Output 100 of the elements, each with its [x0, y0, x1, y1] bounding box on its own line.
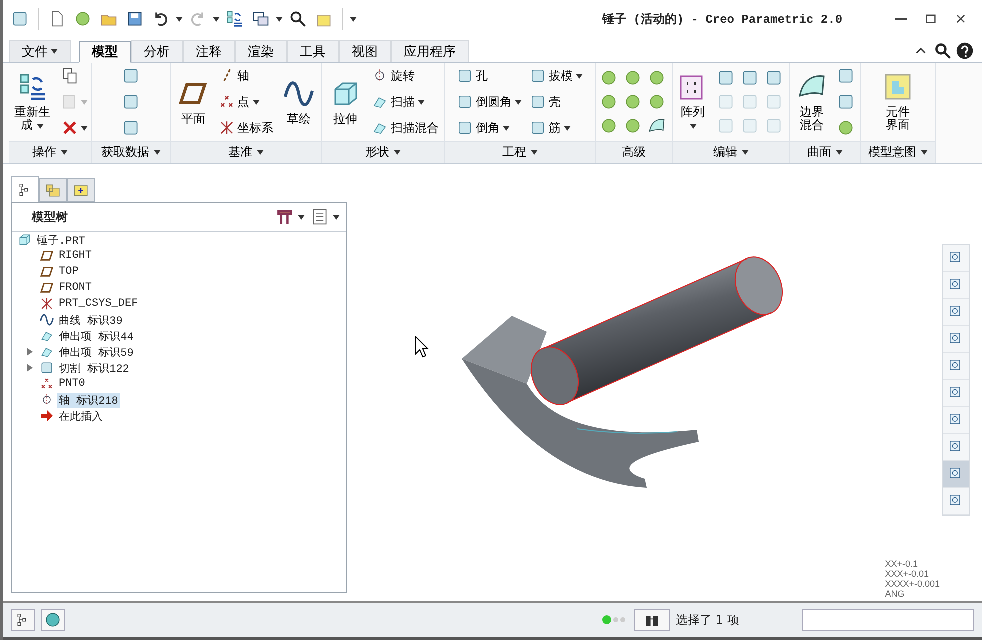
sphere-icon — [600, 69, 618, 87]
tree-item[interactable]: FRONT — [57, 282, 94, 294]
caret-icon — [213, 16, 220, 22]
caret-icon — [154, 150, 160, 155]
tree-item[interactable]: 曲线 标识39 — [57, 312, 125, 328]
ribbon-button[interactable]: 扫描 — [371, 91, 426, 113]
caret-icon — [80, 100, 88, 104]
group-label[interactable]: 获取数据 — [92, 141, 170, 163]
ribbon-button[interactable]: 边界混合 — [794, 70, 830, 134]
ribbon-button[interactable]: 孔 — [456, 65, 489, 87]
group-label[interactable]: 操作 — [9, 141, 91, 163]
ribbon-tab[interactable]: 注释 — [183, 40, 235, 62]
group-label[interactable]: 模型意图 — [861, 141, 935, 163]
caret-icon — [80, 126, 88, 130]
tree-show-button[interactable] — [311, 208, 340, 226]
ribbon-button[interactable]: 阵列 — [676, 70, 710, 134]
ribbon-button[interactable]: 轴 — [218, 65, 250, 87]
tool-icon — [122, 119, 140, 137]
ribbon-tab[interactable]: 视图 — [339, 40, 391, 62]
regenerate-icon — [18, 72, 48, 102]
plane-icon — [40, 281, 54, 295]
status-lights-icon — [602, 615, 628, 625]
caret-icon — [530, 150, 538, 155]
group-label[interactable]: 高级 — [596, 141, 672, 163]
ribbon-button[interactable]: 拔模 — [529, 65, 584, 87]
folders-icon — [45, 182, 61, 198]
selection-filter-dropdown[interactable] — [802, 609, 974, 631]
tree-item[interactable]: 伸出项 标识59 — [57, 344, 136, 360]
ribbon-tab[interactable]: 工具 — [287, 40, 339, 62]
tree-item[interactable]: 切割 标识122 — [57, 360, 132, 376]
ribbon-button[interactable]: 拉伸 — [326, 76, 365, 128]
browser-toggle-button[interactable] — [41, 609, 65, 631]
tree-item[interactable]: 在此插入 — [57, 408, 105, 424]
ribbon-tab[interactable]: 模型 — [79, 41, 131, 63]
group-label[interactable]: 工程 — [445, 141, 595, 163]
tree-settings-button[interactable] — [276, 208, 305, 226]
ribbon-button[interactable]: 倒角 — [456, 117, 511, 139]
expand-arrow-icon[interactable] — [26, 364, 34, 372]
tool-icon — [717, 117, 735, 135]
mouse-cursor-icon — [415, 336, 429, 358]
caret-icon — [256, 150, 264, 155]
ribbon-button[interactable]: 平面 — [175, 76, 212, 128]
expand-arrow-icon[interactable] — [26, 348, 34, 356]
ribbon-button[interactable]: 旋转 — [371, 65, 416, 87]
group-label[interactable]: 编辑 — [673, 141, 789, 163]
ribbon-button[interactable]: 倒圆角 — [456, 91, 523, 113]
help-button[interactable] — [954, 40, 976, 62]
tool-icon — [741, 93, 759, 111]
model-tree-toggle-button[interactable] — [11, 609, 35, 631]
caret-icon — [503, 126, 510, 130]
tool-icon — [457, 68, 473, 84]
ribbon-button[interactable]: 元件界面 — [875, 70, 921, 134]
copy-icon — [60, 67, 78, 85]
tree-item[interactable]: 伸出项 标识44 — [57, 328, 136, 344]
ribbon-tab[interactable]: 渲染 — [235, 40, 287, 62]
tolerance-text: XX+-0.1 — [885, 559, 919, 569]
ribbon-tab[interactable]: 应用程序 — [391, 40, 469, 62]
view-toolbar-button[interactable] — [943, 461, 969, 488]
caret-icon — [394, 150, 400, 155]
tool-icon — [122, 93, 140, 111]
window-title: 锤子 (活动的) - Creo Parametric 2.0 — [601, 12, 844, 28]
ribbon-button[interactable]: 筋 — [529, 117, 572, 139]
ribbon-button[interactable]: 坐标系 — [218, 117, 274, 139]
status-message: 选择了 1 项 — [676, 612, 740, 628]
plane-icon — [40, 249, 54, 263]
tool-icon — [457, 94, 473, 110]
sphere-icon — [648, 93, 666, 111]
ribbon-button[interactable]: 点 — [218, 91, 260, 113]
save-icon — [126, 10, 144, 28]
tree-item[interactable]: RIGHT — [57, 250, 94, 262]
ribbon-button[interactable]: 重新生成 — [12, 70, 54, 134]
tolerance-text: XXXX+-0.001 — [885, 579, 940, 589]
tree-item[interactable]: 轴 标识218 — [57, 392, 120, 408]
caret-icon — [298, 214, 305, 220]
navigator-tab[interactable] — [11, 176, 39, 202]
caret-icon — [51, 49, 58, 54]
tool-icon — [741, 69, 759, 87]
caret-icon — [252, 100, 260, 104]
ribbon-button[interactable]: 扫描混合 — [371, 117, 440, 139]
find-button[interactable] — [634, 609, 670, 631]
ribbon-button[interactable]: 草绘 — [280, 76, 317, 128]
group-label[interactable]: 基准 — [171, 141, 321, 163]
sphere-icon — [837, 119, 855, 137]
ribbon-button[interactable]: 壳 — [529, 91, 562, 113]
tolerance-text: ANG — [885, 589, 906, 599]
group-label[interactable]: 形状 — [322, 141, 444, 163]
tree-item[interactable]: TOP — [57, 266, 81, 278]
ribbon-tab[interactable]: 分析 — [131, 40, 183, 62]
maximize-icon — [925, 13, 937, 25]
file-menu[interactable]: 文件 — [9, 40, 71, 62]
tool-icon — [765, 117, 783, 135]
tree-item[interactable]: PRT_CSYS_DEF — [57, 298, 140, 310]
tree-item[interactable]: 锤子.PRT — [35, 232, 88, 248]
tree-item[interactable]: PNT0 — [57, 378, 88, 390]
search-icon — [934, 42, 952, 60]
group-label[interactable]: 曲面 — [790, 141, 860, 163]
tool-icon — [122, 67, 140, 85]
tool-icon — [457, 120, 473, 136]
sketch-icon — [284, 78, 314, 108]
sweep-icon — [40, 345, 54, 359]
